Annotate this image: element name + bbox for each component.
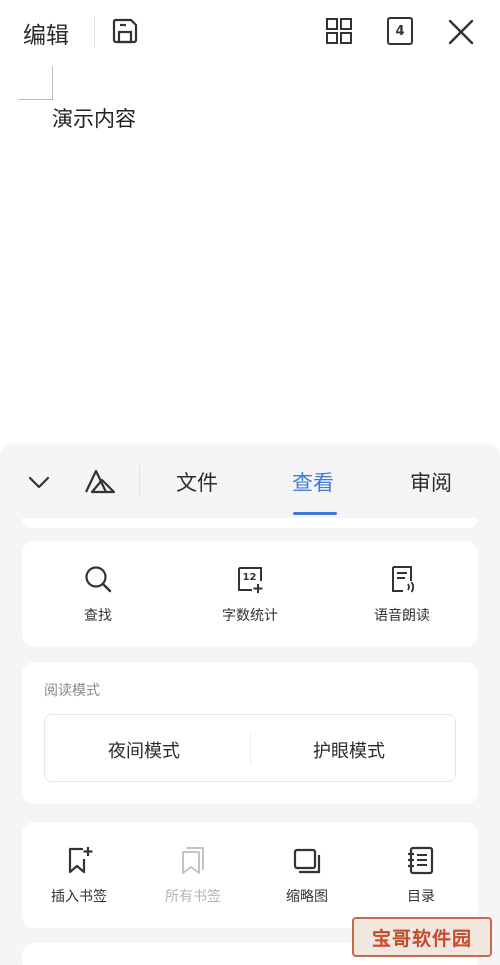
- word-count-icon: 12: [238, 567, 263, 593]
- document-text[interactable]: 演示内容: [52, 103, 136, 133]
- reading-mode-title: 阅读模式: [44, 683, 100, 699]
- reading-mode-card: 阅读模式 夜间模式 护眼模式: [22, 662, 478, 804]
- edit-button[interactable]: 编辑: [23, 16, 69, 50]
- grid-icon: [326, 18, 352, 44]
- page-count: 4: [395, 23, 405, 39]
- search-icon: [85, 566, 112, 593]
- bookmarks-card: 插入书签 所有书签 缩略图 目录: [22, 822, 478, 928]
- night-mode-button[interactable]: 夜间模式: [108, 737, 180, 763]
- word-count-label: 字数统计: [222, 608, 278, 624]
- tab-view[interactable]: 查看: [292, 467, 334, 497]
- page-margin-corner: [18, 66, 53, 100]
- close-button[interactable]: [443, 14, 479, 50]
- tools-card: 查找 12 字数统计 语音朗读: [22, 541, 478, 647]
- all-bookmarks-label: 所有书签: [165, 889, 221, 905]
- grid-view-button[interactable]: [322, 14, 356, 48]
- watermark-text: 宝哥软件园: [371, 927, 472, 950]
- font-style-button[interactable]: [80, 463, 120, 499]
- page-count-button[interactable]: 4: [383, 14, 417, 48]
- font-style-icon: [85, 469, 116, 494]
- active-tab-indicator: [293, 512, 337, 515]
- eye-care-mode-button[interactable]: 护眼模式: [313, 737, 385, 763]
- tab-bar: 文件 查看 审阅: [0, 445, 500, 517]
- tab-divider: [139, 465, 140, 497]
- word-count-button[interactable]: 12 字数统计: [190, 563, 310, 625]
- find-label: 查找: [84, 608, 112, 624]
- save-icon: [112, 18, 138, 44]
- read-aloud-icon: [392, 566, 415, 593]
- read-aloud-button[interactable]: 语音朗读: [342, 563, 462, 625]
- previous-card-edge: [22, 518, 478, 528]
- chevron-down-icon: [28, 476, 50, 489]
- reading-mode-options: 夜间模式 护眼模式: [44, 714, 456, 782]
- thumbnail-button[interactable]: 缩略图: [247, 844, 367, 906]
- tab-file[interactable]: 文件: [176, 467, 218, 497]
- toc-label: 目录: [407, 889, 435, 905]
- read-aloud-label: 语音朗读: [374, 608, 430, 624]
- all-bookmarks-button[interactable]: 所有书签: [133, 844, 253, 906]
- watermark-logo: 宝哥软件园: [352, 917, 492, 957]
- collapse-panel-button[interactable]: [22, 465, 56, 499]
- toc-button[interactable]: 目录: [361, 844, 481, 906]
- svg-text:12: 12: [243, 572, 257, 583]
- toc-icon: [408, 846, 434, 875]
- find-button[interactable]: 查找: [38, 563, 158, 625]
- insert-bookmark-label: 插入书签: [51, 889, 107, 905]
- insert-bookmark-icon: [68, 847, 93, 874]
- thumbnail-icon: [293, 848, 321, 874]
- close-icon: [448, 19, 474, 45]
- save-button[interactable]: [108, 14, 142, 48]
- top-divider: [94, 16, 95, 48]
- top-bar: 编辑 4: [0, 0, 500, 66]
- insert-bookmark-button[interactable]: 插入书签: [19, 844, 139, 906]
- thumbnail-label: 缩略图: [286, 889, 328, 905]
- all-bookmarks-icon: [182, 847, 204, 874]
- mode-divider: [250, 733, 251, 765]
- tab-review[interactable]: 审阅: [410, 467, 452, 497]
